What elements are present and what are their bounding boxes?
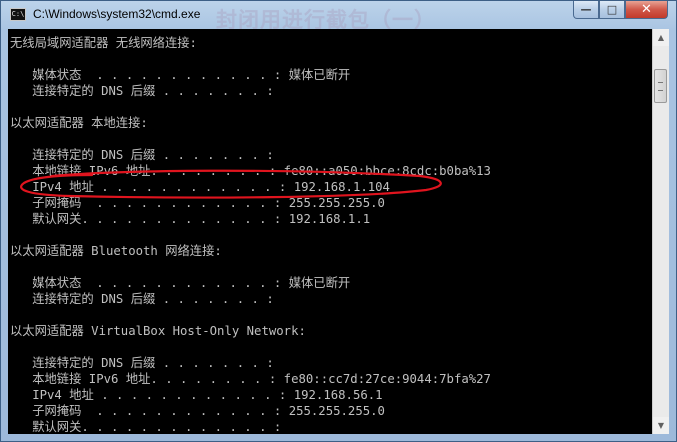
console-line: 以太网适配器 Bluetooth 网络连接:	[10, 244, 222, 258]
caption-buttons: — □ ✕	[573, 1, 668, 21]
minimize-icon: —	[580, 3, 592, 16]
scroll-thumb[interactable]	[654, 69, 667, 103]
console-line: 默认网关. . . . . . . . . . . . . :	[10, 420, 282, 434]
console-line: 以太网适配器 VirtualBox Host-Only Network:	[10, 324, 306, 338]
vertical-scrollbar[interactable]: ▲ ▼	[652, 29, 669, 434]
console-line: 子网掩码 . . . . . . . . . . . . : 255.255.2…	[10, 196, 385, 210]
console-output[interactable]: 无线局域网适配器 无线网络连接: 媒体状态 . . . . . . . . . …	[8, 29, 652, 434]
close-button[interactable]: ✕	[625, 1, 668, 19]
console-line: 连接特定的 DNS 后缀 . . . . . . . :	[10, 292, 274, 306]
minimize-button[interactable]: —	[573, 1, 599, 19]
console-line: IPv4 地址 . . . . . . . . . . . . : 192.16…	[10, 388, 383, 402]
scroll-down-icon[interactable]: ▼	[653, 417, 669, 434]
console-line: 连接特定的 DNS 后缀 . . . . . . . :	[10, 148, 274, 162]
cmd-app-icon[interactable]: C:\	[10, 8, 26, 21]
console-line: 子网掩码 . . . . . . . . . . . . : 255.255.2…	[10, 404, 385, 418]
console-line: 媒体状态 . . . . . . . . . . . . : 媒体已断开	[10, 68, 351, 82]
scroll-up-icon[interactable]: ▲	[653, 29, 669, 46]
maximize-button[interactable]: □	[599, 1, 625, 19]
console-line: 无线局域网适配器 无线网络连接:	[10, 36, 197, 50]
close-icon: ✕	[641, 2, 652, 17]
console-line: IPv4 地址 . . . . . . . . . . . . : 192.16…	[10, 180, 390, 194]
console-line: 本地链接 IPv6 地址. . . . . . . . : fe80::cc7d…	[10, 372, 491, 386]
console-line: 媒体状态 . . . . . . . . . . . . : 媒体已断开	[10, 276, 351, 290]
window-title: C:\Windows\system32\cmd.exe	[33, 7, 201, 21]
title-bar[interactable]: C:\ C:\Windows\system32\cmd.exe 封闭用进行截包（…	[1, 1, 676, 32]
console-line: 以太网适配器 本地连接:	[10, 116, 148, 130]
console-line: 默认网关. . . . . . . . . . . . . : 192.168.…	[10, 212, 371, 226]
maximize-icon: □	[606, 3, 618, 16]
console-lines: 无线局域网适配器 无线网络连接: 媒体状态 . . . . . . . . . …	[10, 35, 491, 434]
console-line: 本地链接 IPv6 地址. . . . . . . . : fe80::a050…	[10, 164, 491, 178]
console-line: 连接特定的 DNS 后缀 . . . . . . . :	[10, 84, 274, 98]
console-line: 连接特定的 DNS 后缀 . . . . . . . :	[10, 356, 274, 370]
